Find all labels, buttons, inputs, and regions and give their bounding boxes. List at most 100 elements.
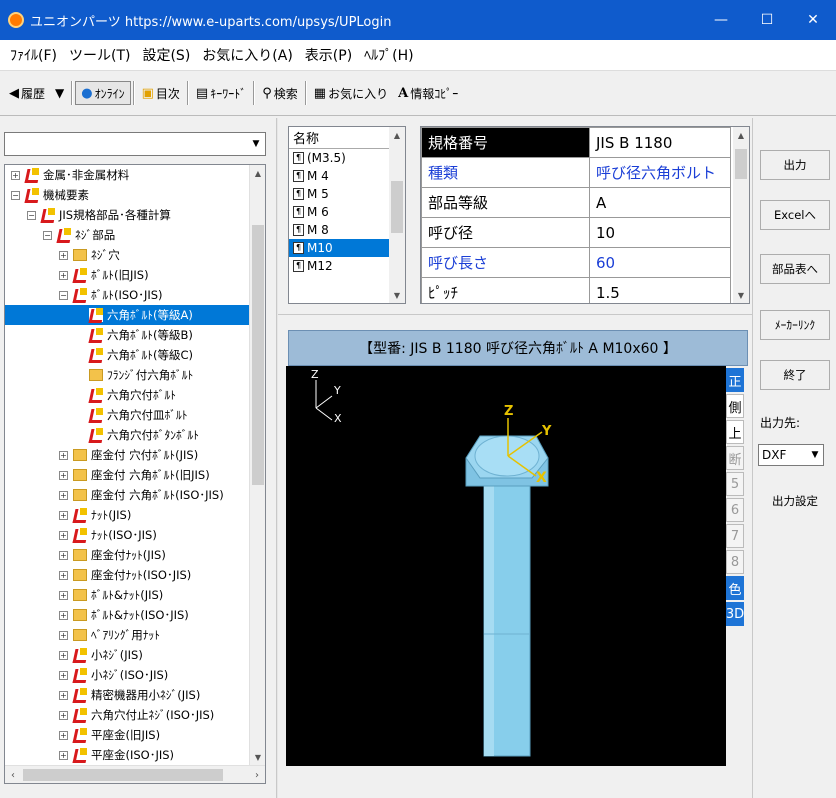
excel-button[interactable]: Excelへ — [760, 200, 830, 230]
minimize-button[interactable]: — — [698, 0, 744, 40]
size-item[interactable]: ¶ M12 — [289, 257, 405, 275]
output-destination-select[interactable]: DXF ▼ — [758, 444, 824, 466]
scroll-down-icon[interactable]: ▼ — [733, 287, 749, 303]
size-item[interactable]: ¶ M 5 — [289, 185, 405, 203]
scroll-up-icon[interactable]: ▲ — [250, 165, 265, 181]
menu-tools[interactable]: ツール(T) — [63, 45, 136, 65]
parts-table-button[interactable]: 部品表へ — [760, 254, 830, 284]
tree-node[interactable]: + ﾎﾞﾙﾄ&ﾅｯﾄ(ISO･JIS) — [5, 605, 251, 625]
scrollbar-thumb[interactable] — [391, 181, 403, 233]
tree-node[interactable]: + 座金付ﾅｯﾄ(JIS) — [5, 545, 251, 565]
scroll-right-icon[interactable]: › — [249, 766, 265, 783]
tree-node[interactable]: ﾌﾗﾝｼﾞ付六角ﾎﾞﾙﾄ — [5, 365, 251, 385]
expand-icon[interactable]: + — [59, 590, 68, 600]
size-item[interactable]: ¶ M 4 — [289, 167, 405, 185]
tree-vertical-scrollbar[interactable]: ▲ ▼ — [249, 165, 265, 765]
expand-icon[interactable]: + — [59, 650, 68, 660]
view-tab[interactable]: 側 — [726, 394, 744, 418]
search-button[interactable]: ⚲ 検索 — [257, 81, 303, 105]
expand-icon[interactable]: + — [59, 530, 68, 540]
expand-icon[interactable]: + — [59, 750, 68, 760]
view-tab[interactable]: 上 — [726, 420, 744, 444]
tree-node[interactable]: + 金属･非金属材料 — [5, 165, 251, 185]
view-tab[interactable]: 3D — [726, 602, 744, 626]
tree-node[interactable]: + 平座金(ISO･JIS) — [5, 745, 251, 765]
menu-help[interactable]: ﾍﾙﾌﾟ(H) — [358, 45, 419, 65]
output-settings-button[interactable]: 出力設定 — [760, 486, 830, 516]
tree-node[interactable]: + 六角穴付止ﾈｼﾞ(ISO･JIS) — [5, 705, 251, 725]
spec-value[interactable]: 60 — [589, 247, 731, 278]
collapse-icon[interactable]: − — [59, 290, 68, 300]
expand-icon[interactable]: + — [59, 670, 68, 680]
panel-splitter[interactable] — [276, 118, 278, 798]
favorites-button[interactable]: ▦ お気に入り — [309, 81, 393, 105]
view-tab[interactable]: 正 — [726, 368, 744, 392]
scrollbar-thumb[interactable] — [252, 225, 264, 485]
tree-node[interactable]: + 小ﾈｼﾞ(JIS) — [5, 645, 251, 665]
menu-file[interactable]: ﾌｧｲﾙ(F) — [4, 45, 63, 65]
chevron-down-icon[interactable]: ▼ — [247, 133, 265, 155]
tree-horizontal-scrollbar[interactable]: ‹ › — [5, 765, 265, 783]
scroll-left-icon[interactable]: ‹ — [5, 766, 21, 783]
expand-icon[interactable]: + — [59, 450, 68, 460]
tree-node[interactable]: + 精密機器用小ﾈｼﾞ(JIS) — [5, 685, 251, 705]
tree-node[interactable]: + 小ﾈｼﾞ(ISO･JIS) — [5, 665, 251, 685]
tree-node[interactable]: + 座金付 穴付ﾎﾞﾙﾄ(JIS) — [5, 445, 251, 465]
expand-icon[interactable]: + — [59, 730, 68, 740]
collapse-icon[interactable]: − — [43, 230, 52, 240]
tree-node[interactable]: 六角ﾎﾞﾙﾄ(等級B) — [5, 325, 251, 345]
tree-node[interactable]: − 機械要素 — [5, 185, 251, 205]
view-tab[interactable]: 断 — [726, 446, 744, 470]
spec-value[interactable]: 10 — [589, 217, 731, 248]
chevron-down-icon[interactable]: ▼ — [807, 445, 823, 465]
online-button[interactable]: ● ｵﾝﾗｲﾝ — [75, 81, 131, 105]
scroll-up-icon[interactable]: ▲ — [389, 127, 405, 143]
menu-settings[interactable]: 設定(S) — [136, 45, 196, 65]
view-tab[interactable]: 6 — [726, 498, 744, 522]
tree-node[interactable]: + ﾎﾞﾙﾄ(旧JIS) — [5, 265, 251, 285]
expand-icon[interactable]: + — [59, 550, 68, 560]
maker-link-button[interactable]: ﾒｰｶｰﾘﾝｸ — [760, 310, 830, 340]
scrollbar-thumb[interactable] — [735, 149, 747, 179]
tree-node[interactable]: + 座金付 六角ﾎﾞﾙﾄ(ISO･JIS) — [5, 485, 251, 505]
tree-node[interactable]: + 座金付 六角ﾎﾞﾙﾄ(旧JIS) — [5, 465, 251, 485]
tree-node[interactable]: 六角穴付ﾎﾞﾙﾄ — [5, 385, 251, 405]
tree-node[interactable]: 六角ﾎﾞﾙﾄ(等級C) — [5, 345, 251, 365]
view-tab[interactable]: 7 — [726, 524, 744, 548]
view-tab[interactable]: 色 — [726, 576, 744, 600]
collapse-icon[interactable]: − — [11, 190, 20, 200]
scroll-down-icon[interactable]: ▼ — [389, 287, 405, 303]
tree-node[interactable]: 六角ﾎﾞﾙﾄ(等級A) — [5, 305, 251, 325]
output-button[interactable]: 出力 — [760, 150, 830, 180]
spec-value[interactable]: 呼び径六角ボルト — [589, 157, 731, 188]
size-list-scrollbar[interactable]: ▲ ▼ — [389, 127, 405, 303]
tree-node[interactable]: + 座金付ﾅｯﾄ(ISO･JIS) — [5, 565, 251, 585]
tree-node[interactable]: + 平座金(旧JIS) — [5, 725, 251, 745]
tree-node[interactable]: − ﾎﾞﾙﾄ(ISO･JIS) — [5, 285, 251, 305]
menu-view[interactable]: 表示(P) — [299, 45, 358, 65]
tree-node[interactable]: + ﾈｼﾞ穴 — [5, 245, 251, 265]
spec-value[interactable]: 1.5 — [589, 277, 731, 303]
view-tab[interactable]: 8 — [726, 550, 744, 574]
tree-node[interactable]: + ﾅｯﾄ(ISO･JIS) — [5, 525, 251, 545]
expand-icon[interactable]: + — [59, 630, 68, 640]
tree-node[interactable]: − ﾈｼﾞ部品 — [5, 225, 251, 245]
spec-value[interactable]: A — [589, 187, 731, 218]
expand-icon[interactable]: + — [59, 470, 68, 480]
category-combobox[interactable]: ▼ — [4, 132, 266, 156]
exit-button[interactable]: 終了 — [760, 360, 830, 390]
tree-node[interactable]: + ﾅｯﾄ(JIS) — [5, 505, 251, 525]
collapse-icon[interactable]: − — [27, 210, 36, 220]
maximize-button[interactable]: ☐ — [744, 0, 790, 40]
size-item[interactable]: ¶ M 8 — [289, 221, 405, 239]
expand-icon[interactable]: + — [11, 170, 20, 180]
expand-icon[interactable]: + — [59, 690, 68, 700]
history-button[interactable]: ◀ 履歴 — [4, 81, 50, 105]
scroll-down-icon[interactable]: ▼ — [250, 749, 265, 765]
menu-favorites[interactable]: お気に入り(A) — [196, 45, 299, 65]
contents-button[interactable]: ▣ 目次 — [137, 81, 185, 105]
scroll-up-icon[interactable]: ▲ — [733, 127, 749, 143]
tree-node[interactable]: 六角穴付ﾎﾞﾀﾝﾎﾞﾙﾄ — [5, 425, 251, 445]
copy-info-button[interactable]: A 情報ｺﾋﾟｰ — [393, 81, 463, 105]
expand-icon[interactable]: + — [59, 510, 68, 520]
